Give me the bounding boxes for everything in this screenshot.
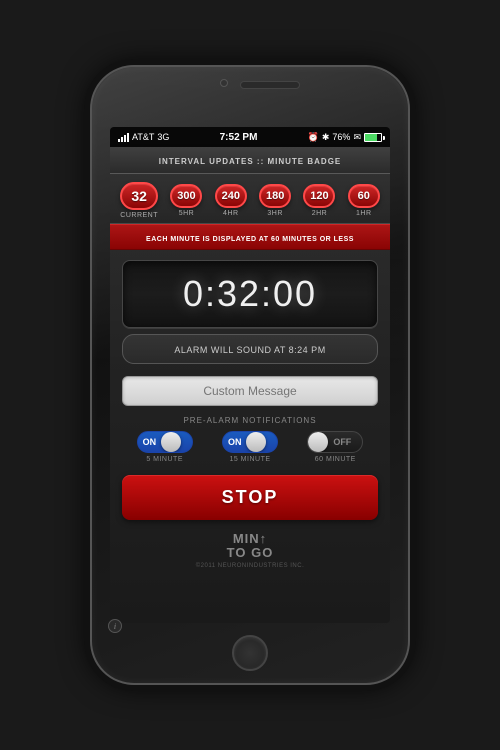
badge-number-3hr: 180 [266, 190, 284, 202]
screen: AT&T 3G 7:52 PM ⏰ ✱ 76% ✉ INTERVAL UPDAT… [110, 127, 390, 623]
status-left: AT&T 3G [118, 132, 169, 142]
custom-message-input[interactable] [122, 376, 378, 406]
toggle-item-5min: ON 5 MINUTE [137, 431, 193, 463]
badge-item-1hr[interactable]: 60 1HR [348, 184, 380, 217]
badge-oval-1hr: 60 [348, 184, 380, 208]
toggle-5min-minute-label: 5 MINUTE [146, 456, 183, 463]
copyright: ©2011 NEURONINDUSTRIES INC. [110, 563, 390, 573]
badge-item-4hr[interactable]: 240 4HR [215, 184, 247, 217]
warning-strip: EACH MINUTE IS DISPLAYED AT 60 MINUTES O… [110, 224, 390, 250]
badge-label-1hr: 1HR [356, 210, 372, 217]
toggle-60min-thumb [308, 432, 328, 452]
toggle-60min[interactable]: OFF [307, 431, 363, 453]
toggle-15min-on-label: ON [223, 437, 247, 447]
phone-top [92, 67, 408, 127]
badge-number-2hr: 120 [310, 190, 328, 202]
status-bar: AT&T 3G 7:52 PM ⏰ ✱ 76% ✉ [110, 127, 390, 147]
toggle-item-60min: OFF 60 MINUTE [307, 431, 363, 463]
badge-oval-5hr: 300 [170, 184, 202, 208]
info-icon: i [114, 622, 116, 624]
pre-alarm-label: PRE-ALARM NOTIFICATIONS [183, 416, 316, 425]
header-title: INTERVAL UPDATES :: MINUTE BADGE [159, 157, 342, 166]
battery-fill [365, 134, 377, 141]
clock-icon: ⏰ [308, 132, 319, 143]
stop-button-wrap: STOP [110, 467, 390, 528]
badge-number-1hr: 60 [358, 190, 370, 202]
badge-number-4hr: 240 [222, 190, 240, 202]
status-right: ⏰ ✱ 76% ✉ [308, 132, 382, 143]
toggle-item-15min: ON 15 MINUTE [222, 431, 278, 463]
toggle-15min-minute-label: 15 MINUTE [229, 456, 270, 463]
custom-message-wrap [110, 370, 390, 412]
badge-oval-current: 32 [120, 182, 158, 210]
toggle-5min[interactable]: ON [137, 431, 193, 453]
badge-label-current: CURRENT [120, 212, 158, 219]
info-button[interactable]: i [110, 619, 122, 623]
badge-number-current: 32 [131, 188, 147, 204]
battery-percent: 76% [332, 132, 350, 142]
status-time: 7:52 PM [220, 132, 258, 143]
network-label: 3G [157, 132, 169, 142]
toggle-row: ON 5 MINUTE ON 15 MINUTE [122, 431, 378, 463]
pre-alarm-section: PRE-ALARM NOTIFICATIONS ON 5 MINUTE ON [110, 412, 390, 467]
timer-time: 0:32:00 [183, 273, 317, 314]
badge-row: 32 CURRENT 300 5HR 240 4HR [110, 174, 390, 224]
toggle-15min[interactable]: ON [222, 431, 278, 453]
badge-oval-2hr: 120 [303, 184, 335, 208]
battery-icon [364, 133, 382, 142]
timer-section: 0:32:00 ALARM WILL SOUND AT 8:24 PM [110, 250, 390, 370]
stop-button[interactable]: STOP [122, 475, 378, 520]
toggle-60min-minute-label: 60 MINUTE [315, 456, 356, 463]
toggle-5min-on-label: ON [138, 437, 162, 447]
badge-label-5hr: 5HR [179, 210, 195, 217]
logo-text: MIN↑ TO GO [110, 532, 390, 561]
badge-item-2hr[interactable]: 120 2HR [303, 184, 335, 217]
toggle-60min-off-label: OFF [328, 437, 356, 447]
logo-area: MIN↑ TO GO [110, 528, 390, 563]
logo-line2: TO GO [227, 545, 274, 560]
speaker [240, 81, 300, 89]
phone-bottom [92, 623, 408, 683]
badge-item-current[interactable]: 32 CURRENT [120, 182, 158, 219]
header-bar: INTERVAL UPDATES :: MINUTE BADGE [110, 147, 390, 174]
badge-oval-4hr: 240 [215, 184, 247, 208]
signal-bars [118, 133, 129, 142]
badge-item-3hr[interactable]: 180 3HR [259, 184, 291, 217]
phone-frame: AT&T 3G 7:52 PM ⏰ ✱ 76% ✉ INTERVAL UPDAT… [90, 65, 410, 685]
timer-display: 0:32:00 [122, 260, 378, 328]
carrier-label: AT&T [132, 132, 154, 142]
alarm-text: ALARM WILL SOUND AT 8:24 PM [174, 345, 325, 355]
badge-label-2hr: 2HR [312, 210, 328, 217]
alarm-label: ALARM WILL SOUND AT 8:24 PM [122, 334, 378, 364]
badge-label-3hr: 3HR [267, 210, 283, 217]
warning-text: EACH MINUTE IS DISPLAYED AT 60 MINUTES O… [146, 236, 354, 243]
badge-oval-3hr: 180 [259, 184, 291, 208]
badge-item-5hr[interactable]: 300 5HR [170, 184, 202, 217]
badge-number-5hr: 300 [177, 190, 195, 202]
badge-label-4hr: 4HR [223, 210, 239, 217]
toggle-5min-thumb [161, 432, 181, 452]
toggle-15min-thumb [246, 432, 266, 452]
app-content: INTERVAL UPDATES :: MINUTE BADGE 32 CURR… [110, 147, 390, 623]
home-button[interactable] [232, 635, 268, 671]
mail-icon: ✉ [353, 132, 361, 143]
logo-line1: MIN↑ [233, 531, 267, 546]
bluetooth-icon: ✱ [322, 132, 330, 143]
camera [220, 79, 228, 87]
